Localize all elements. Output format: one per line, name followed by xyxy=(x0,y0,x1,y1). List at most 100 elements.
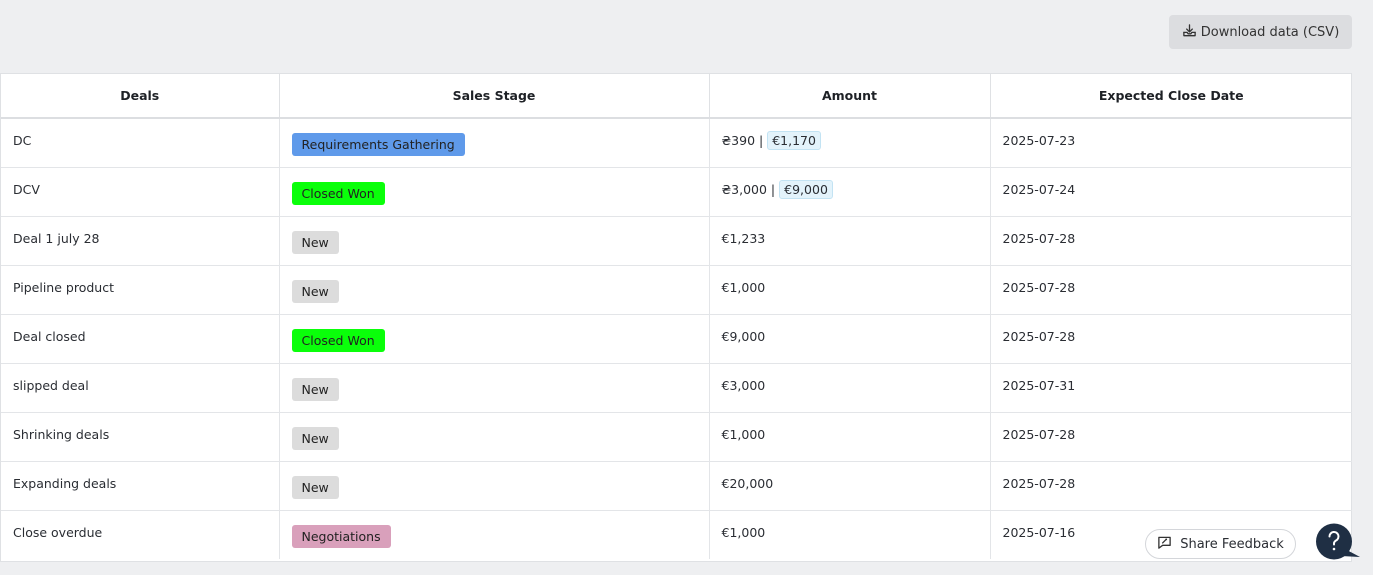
stage-badge: New xyxy=(291,280,339,303)
close-date: 2025-07-24 xyxy=(1002,182,1076,197)
amount-cell: €1,233 xyxy=(709,216,991,266)
deal-name-cell: DCV xyxy=(1,167,280,217)
close-date: 2025-07-23 xyxy=(1002,133,1076,149)
amount-cell: ₴390 | €1,170 xyxy=(709,118,991,168)
amount-cell: €1,000 xyxy=(709,412,991,462)
table-row[interactable]: Deal 1 july 28 New €1,233 2025-07-28 xyxy=(1,216,1352,266)
help-question-icon xyxy=(1315,523,1360,564)
deal-name[interactable]: DCV xyxy=(13,182,40,197)
stage-badge: New xyxy=(291,427,339,450)
table-row[interactable]: slipped deal New €3,000 2025-07-31 xyxy=(1,363,1352,413)
amount-value: ₴390 | €1,170 xyxy=(721,131,821,151)
table-header-row: Deals Sales Stage Amount Expected Close … xyxy=(1,74,1352,119)
amount-text: €1,233 xyxy=(721,231,766,246)
close-date-cell: 2025-07-24 xyxy=(990,167,1352,217)
stage-badge: Negotiations xyxy=(291,525,391,549)
close-date-cell: 2025-07-28 xyxy=(990,265,1352,315)
deal-name-cell: slipped deal xyxy=(1,363,280,413)
deal-name[interactable]: Deal 1 july 28 xyxy=(13,231,100,246)
table-row[interactable]: Deal closed Closed Won €9,000 2025-07-28 xyxy=(1,314,1352,364)
column-header-deals[interactable]: Deals xyxy=(1,74,280,119)
close-date: 2025-07-28 xyxy=(1002,476,1076,491)
stage-badge: Requirements Gathering xyxy=(291,133,465,157)
table-row[interactable]: Shrinking deals New €1,000 2025-07-28 xyxy=(1,412,1352,462)
close-date: 2025-07-31 xyxy=(1002,378,1076,393)
table-row[interactable]: Pipeline product New €1,000 2025-07-28 xyxy=(1,265,1352,315)
converted-amount-badge: €1,170 xyxy=(767,131,821,151)
share-feedback-button[interactable]: Share Feedback xyxy=(1145,529,1296,559)
amount-text: €3,000 xyxy=(721,378,766,393)
close-date-cell: 2025-07-31 xyxy=(990,363,1352,413)
amount-cell: €3,000 xyxy=(709,363,991,413)
stage-badge: New xyxy=(291,378,339,401)
deal-name-cell: Expanding deals xyxy=(1,461,280,511)
amount-text: ₴3,000 | xyxy=(721,182,776,197)
converted-amount-badge: €9,000 xyxy=(779,180,833,199)
sales-stage-cell: Closed Won xyxy=(279,167,710,217)
stage-badge: Closed Won xyxy=(291,329,385,352)
deal-name[interactable]: slipped deal xyxy=(13,378,89,393)
amount-text: ₴390 | xyxy=(721,133,764,149)
column-header-sales-stage[interactable]: Sales Stage xyxy=(279,74,710,119)
stage-badge: Closed Won xyxy=(291,182,385,205)
sales-stage-cell: New xyxy=(279,363,710,413)
close-date: 2025-07-28 xyxy=(1002,427,1076,442)
column-header-amount[interactable]: Amount xyxy=(709,74,991,119)
close-date-cell: 2025-07-28 xyxy=(990,314,1352,364)
close-date-cell: 2025-07-28 xyxy=(990,461,1352,511)
amount-value: €1,000 xyxy=(722,280,766,295)
amount-cell: €1,000 xyxy=(709,510,991,559)
download-tray-icon xyxy=(1182,23,1197,42)
sales-stage-cell: New xyxy=(279,265,710,315)
deal-name[interactable]: DC xyxy=(13,133,31,148)
deal-name-cell: Deal closed xyxy=(1,314,280,364)
close-date-cell: 2025-07-28 xyxy=(990,412,1352,462)
sales-stage-cell: Negotiations xyxy=(279,510,710,559)
sales-stage-cell: Requirements Gathering xyxy=(279,118,710,168)
amount-value: €1,233 xyxy=(722,231,766,246)
close-date: 2025-07-28 xyxy=(1002,231,1076,246)
download-csv-button[interactable]: Download data (CSV) xyxy=(1169,15,1352,49)
deal-name-cell: Deal 1 july 28 xyxy=(1,216,280,266)
deal-name-cell: Close overdue xyxy=(1,510,280,559)
amount-cell: ₴3,000 | €9,000 xyxy=(709,167,991,217)
close-date: 2025-07-28 xyxy=(1002,329,1076,344)
amount-text: €1,000 xyxy=(721,427,766,442)
amount-cell: €1,000 xyxy=(709,265,991,315)
deal-name-cell: DC xyxy=(1,118,280,168)
amount-value: €9,000 xyxy=(722,329,766,344)
deal-name[interactable]: Deal closed xyxy=(13,329,86,344)
deal-name[interactable]: Expanding deals xyxy=(13,476,116,491)
sales-stage-cell: New xyxy=(279,461,710,511)
feedback-chat-icon xyxy=(1157,535,1172,554)
amount-value: ₴3,000 | €9,000 xyxy=(722,180,833,199)
amount-value: €20,000 xyxy=(722,476,774,491)
help-button[interactable] xyxy=(1315,523,1360,560)
deal-name[interactable]: Shrinking deals xyxy=(13,427,109,442)
amount-text: €1,000 xyxy=(721,525,766,541)
close-date-cell: 2025-07-23 xyxy=(990,118,1352,168)
deal-name-cell: Pipeline product xyxy=(1,265,280,315)
sales-stage-cell: New xyxy=(279,216,710,266)
table-row[interactable]: Expanding deals New €20,000 2025-07-28 xyxy=(1,461,1352,511)
deal-name[interactable]: Pipeline product xyxy=(13,280,114,295)
deal-name-cell: Shrinking deals xyxy=(1,412,280,462)
amount-value: €1,000 xyxy=(722,525,766,540)
amount-text: €1,000 xyxy=(721,280,766,295)
table-row[interactable]: DC Requirements Gathering ₴390 | €1,170 2025… xyxy=(1,118,1352,168)
close-date-cell: 2025-07-28 xyxy=(990,216,1352,266)
amount-value: €3,000 xyxy=(722,378,766,393)
share-feedback-label: Share Feedback xyxy=(1180,536,1284,552)
amount-text: €20,000 xyxy=(721,476,774,491)
amount-cell: €9,000 xyxy=(709,314,991,364)
column-header-expected-close-date[interactable]: Expected Close Date xyxy=(990,74,1352,119)
stage-badge: New xyxy=(291,231,339,254)
sales-stage-cell: Closed Won xyxy=(279,314,710,364)
table-row[interactable]: DCV Closed Won ₴3,000 | €9,000 2025-07-24 xyxy=(1,167,1352,217)
amount-cell: €20,000 xyxy=(709,461,991,511)
deals-table: Deals Sales Stage Amount Expected Close … xyxy=(0,73,1352,562)
stage-badge: New xyxy=(291,476,339,499)
deal-name[interactable]: Close overdue xyxy=(13,525,102,540)
download-csv-label: Download data (CSV) xyxy=(1200,24,1340,40)
close-date: 2025-07-16 xyxy=(1002,525,1076,541)
